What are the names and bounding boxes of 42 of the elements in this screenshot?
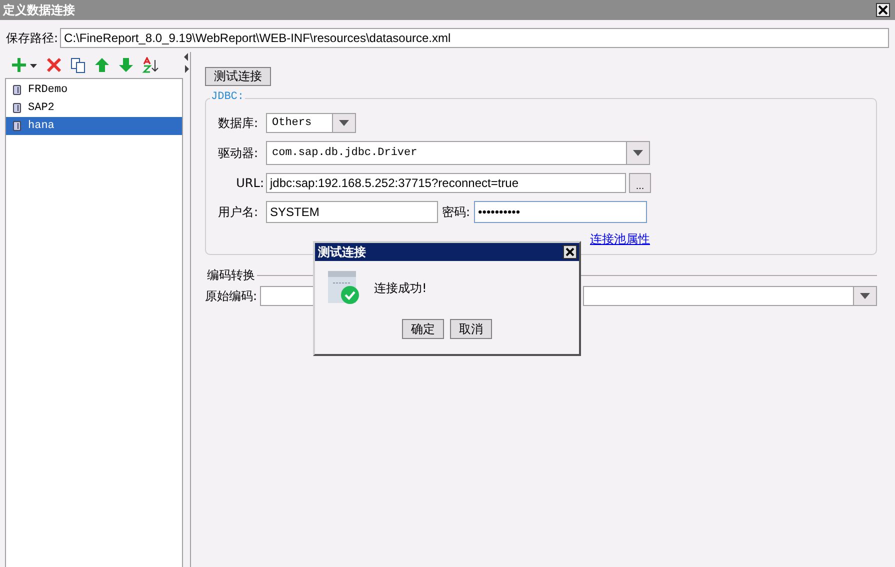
dialog-button[interactable]: 确定	[402, 319, 444, 339]
field-label: 数据库:	[218, 114, 260, 132]
close-icon[interactable]	[876, 3, 890, 17]
dialog-message: 连接成功!	[374, 280, 427, 296]
browse-button[interactable]: ...	[629, 173, 651, 193]
field-label: URL:	[235, 176, 265, 190]
database-icon	[13, 85, 21, 95]
pool-properties-link[interactable]: 连接池属性	[590, 231, 650, 248]
connection-item[interactable]: hana	[6, 117, 182, 135]
database-icon	[13, 121, 21, 131]
sort-icon[interactable]	[142, 57, 160, 73]
add-icon[interactable]	[12, 57, 38, 73]
down-arrow-icon[interactable]	[118, 57, 134, 73]
field-label: 用户名:	[218, 204, 260, 220]
splitter-arrows-icon[interactable]	[184, 53, 189, 73]
close-icon[interactable]	[563, 245, 577, 259]
delete-icon[interactable]	[46, 57, 62, 73]
test-connection-button[interactable]: 测试连接	[205, 67, 271, 86]
driver-dropdown[interactable]: com.sap.db.jdbc.Driver	[266, 141, 650, 165]
success-icon	[328, 271, 360, 305]
window-title: 定义数据连接	[3, 2, 75, 18]
field-label: 驱动器:	[218, 144, 260, 162]
dropdown-arrow-icon[interactable]	[633, 150, 643, 156]
field-label: 保存路径:	[6, 30, 58, 46]
up-arrow-icon[interactable]	[94, 57, 110, 73]
password-field[interactable]: ••••••••••	[474, 201, 648, 223]
field-label: 原始编码:	[205, 288, 258, 304]
copy-icon[interactable]	[70, 57, 86, 73]
group-legend: 编码转换	[205, 267, 255, 284]
dropdown-arrow-icon[interactable]	[339, 120, 349, 126]
encoding-dropdown[interactable]	[583, 286, 877, 306]
database-icon	[13, 103, 21, 113]
database-dropdown[interactable]: Others	[266, 113, 356, 133]
username-field[interactable]: SYSTEM	[266, 201, 438, 223]
connection-item[interactable]: SAP2	[6, 99, 182, 117]
url-field[interactable]: jdbc:sap:192.168.5.252:37715?reconnect=true	[266, 173, 626, 193]
path-field[interactable]: C:\FineReport_8.0_9.19\WebReport\WEB-INF\resources\datasource.xml	[60, 28, 889, 48]
field-label: 密码:	[441, 204, 472, 220]
dropdown-arrow-icon[interactable]	[860, 293, 870, 299]
connection-item[interactable]: FRDemo	[6, 81, 182, 99]
dialog-title: 测试连接	[318, 244, 366, 260]
dialog-button[interactable]: 取消	[450, 319, 492, 339]
